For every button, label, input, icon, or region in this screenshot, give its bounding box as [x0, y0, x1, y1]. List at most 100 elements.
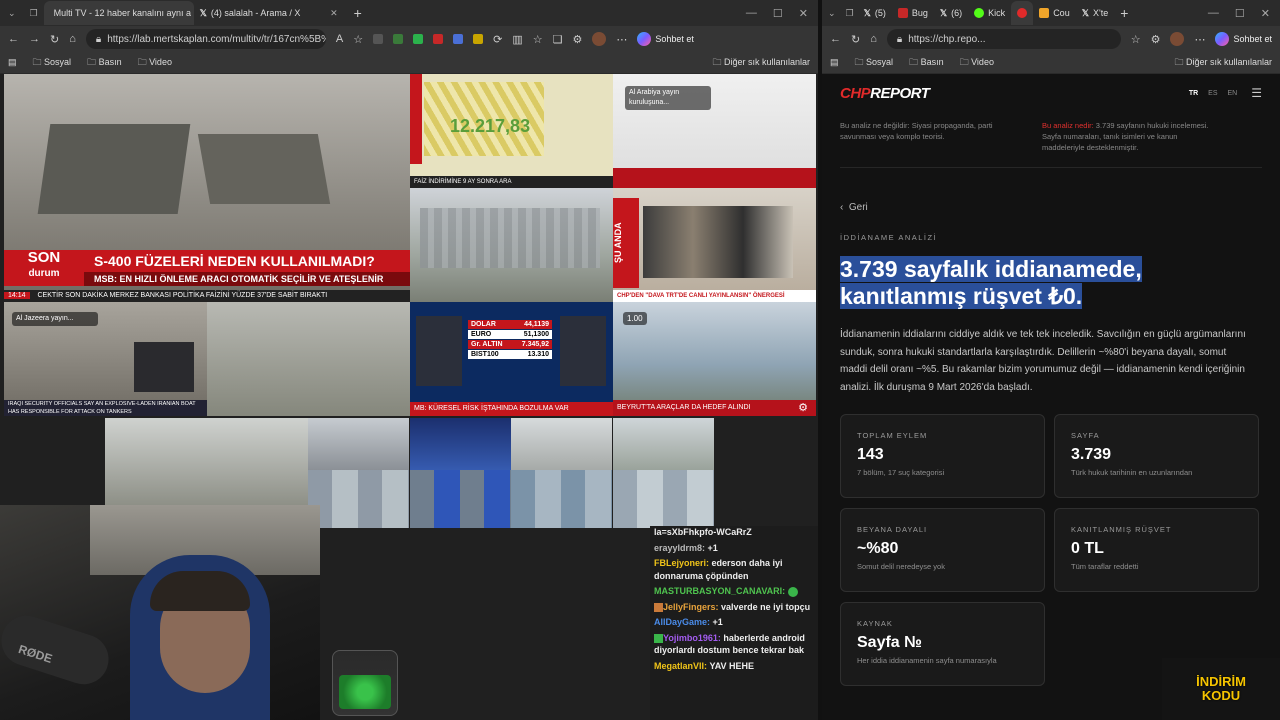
more-menu-icon[interactable]: ⋯: [1194, 33, 1205, 46]
refresh-icon[interactable]: ↻: [851, 33, 860, 46]
bookmark-video[interactable]: 🗀 Video: [138, 55, 172, 71]
profile-avatar[interactable]: [1170, 32, 1185, 46]
tv-tile-city[interactable]: [410, 188, 613, 302]
favorite-star-icon[interactable]: ☆: [353, 33, 363, 46]
chat-user[interactable]: MegatlanVII:: [654, 661, 707, 671]
workspaces-icon[interactable]: ❐: [24, 8, 44, 19]
tv-tile-small[interactable]: [613, 470, 714, 528]
tv-tile-small[interactable]: [410, 418, 511, 470]
tv-tile-small[interactable]: [511, 470, 612, 528]
tv-tile-alarabiya[interactable]: Al Arabiya yayın kuruluşuna...: [613, 74, 816, 188]
home-icon[interactable]: ⌂: [870, 33, 877, 45]
bookmark-basin[interactable]: 🗀 Basın: [87, 55, 122, 71]
extension-icon[interactable]: [433, 34, 444, 44]
site-logo[interactable]: CHPREPORT: [840, 85, 930, 102]
back-icon[interactable]: ←: [8, 33, 19, 45]
tab-bug[interactable]: Bug: [892, 1, 934, 25]
new-tab-icon[interactable]: +: [344, 5, 372, 21]
bookmark-sosyal[interactable]: 🗀 Sosyal: [33, 55, 72, 71]
address-bar[interactable]: 🔒︎ https://chp.repo...: [886, 29, 1121, 49]
tab-label: Multi TV - 12 haber kanalını aynı a: [53, 8, 192, 18]
tv-tile-sondurum[interactable]: S-400 FÜZELERİ NEDEN KULLANILMADI? MSB: …: [4, 74, 410, 302]
refresh-icon[interactable]: ↻: [50, 33, 59, 46]
tv-tile-suanda[interactable]: ŞU ANDA CHP'DEN "DAVA TRT'DE CANLI YAYIN…: [613, 188, 816, 302]
extension-icon[interactable]: [453, 34, 464, 44]
collections-icon[interactable]: ❏: [553, 33, 563, 46]
tab-active-red[interactable]: [1011, 1, 1034, 25]
copilot-chat-button[interactable]: Sohbet et: [1215, 32, 1272, 46]
tv-tile-skyline[interactable]: [207, 302, 410, 416]
tv-tile-small[interactable]: [308, 470, 409, 528]
favorites-icon[interactable]: ☆: [533, 33, 543, 46]
settings-gear-icon[interactable]: ⚙: [798, 401, 808, 414]
chat-user[interactable]: FBLejyoneri:: [654, 558, 709, 568]
close-tab-icon[interactable]: ✕: [330, 8, 338, 19]
maximize-icon[interactable]: ☐: [773, 7, 783, 20]
bookmark-video[interactable]: 🗀 Video: [960, 55, 994, 71]
more-menu-icon[interactable]: ⋯: [616, 33, 627, 46]
window-controls: — ☐ ✕: [1208, 7, 1280, 20]
minimize-icon[interactable]: —: [1208, 7, 1219, 20]
copilot-chat-button[interactable]: Sohbet et: [637, 32, 694, 46]
profile-avatar[interactable]: [592, 32, 607, 46]
new-tab-icon[interactable]: +: [1114, 5, 1134, 21]
extension-icon[interactable]: [393, 34, 404, 44]
other-bookmarks[interactable]: 🗀 Diğer sık kullanılanlar: [1174, 55, 1272, 71]
tv-tile-finance[interactable]: 12.217,83 FAİZ İNDİRİMİNE 9 AY SONRA ARA: [410, 74, 613, 188]
tv-tile-markets[interactable]: DOLAR 44,1139 EURO 51,1300 Gr. ALTIN 7.345,…: [410, 302, 613, 416]
close-window-icon[interactable]: ✕: [1261, 7, 1270, 20]
chat-text: YAV HEHE: [709, 660, 755, 671]
other-bookmarks[interactable]: 🗀 Diğer sık kullanılanlar: [712, 55, 810, 71]
tv-tile-beyrut[interactable]: 1.00 BEYRUT'TA ARAÇLAR DA HEDEF ALINDI ⚙: [613, 302, 816, 416]
hamburger-menu-icon[interactable]: ☰: [1251, 86, 1262, 100]
chat-user[interactable]: JellyFingers:: [663, 602, 719, 612]
disclaimer-is: Bu analiz nedir: 3.739 sayfanın hukuki i…: [1042, 120, 1222, 153]
extensions-icon[interactable]: ⚙: [572, 33, 582, 46]
tab-x-1[interactable]: 𝕏 (5): [858, 1, 892, 25]
close-window-icon[interactable]: ✕: [799, 7, 808, 20]
tab-x-2[interactable]: 𝕏 (6): [934, 1, 968, 25]
back-icon[interactable]: ←: [830, 33, 841, 45]
minimize-icon[interactable]: —: [746, 7, 757, 20]
tv-tile-small[interactable]: [613, 418, 714, 470]
forward-icon[interactable]: →: [29, 33, 40, 45]
tv-tile-small[interactable]: [511, 418, 612, 470]
sidebar-toggle-icon[interactable]: ▤: [8, 57, 17, 68]
extension-icon[interactable]: [413, 34, 424, 44]
chat-user[interactable]: MASTURBASYON_CANAVARI:: [654, 586, 785, 596]
bookmark-sosyal[interactable]: 🗀 Sosyal: [855, 55, 894, 71]
market-value: 13.310: [527, 351, 549, 358]
back-link[interactable]: ‹ Geri: [840, 202, 1262, 213]
tv-tile-city-2[interactable]: [105, 418, 308, 506]
favorite-star-icon[interactable]: ☆: [1131, 33, 1141, 46]
sync-icon[interactable]: ⟳: [493, 33, 502, 46]
lang-es[interactable]: ES: [1208, 90, 1217, 97]
tv-tile-small[interactable]: [308, 418, 409, 470]
extension-icon[interactable]: [373, 34, 384, 44]
tab-list-icon[interactable]: ⌄: [0, 8, 24, 19]
tab-list-icon[interactable]: ⌄: [822, 8, 842, 19]
tab-cou[interactable]: Cou: [1033, 1, 1076, 25]
lang-en[interactable]: EN: [1228, 90, 1238, 97]
market-name: EURO: [471, 331, 492, 338]
split-screen-icon[interactable]: ▥: [512, 33, 522, 46]
chat-user[interactable]: Yojimbo1961:: [663, 633, 721, 643]
tv-tile-small[interactable]: [410, 470, 511, 528]
workspaces-icon[interactable]: ❐: [842, 8, 858, 19]
tab-multitv[interactable]: Multi TV - 12 haber kanalını aynı a ✕: [43, 1, 194, 25]
bookmark-basin[interactable]: 🗀 Basın: [909, 55, 944, 71]
extension-icon[interactable]: [473, 34, 484, 44]
extensions-icon[interactable]: ⚙: [1151, 33, 1161, 46]
home-icon[interactable]: ⌂: [69, 33, 76, 45]
tab-kick[interactable]: Kick: [968, 1, 1011, 25]
address-bar[interactable]: 🔒︎ https://lab.mertskaplan.com/multitv/t…: [85, 29, 326, 49]
lang-tr[interactable]: TR: [1189, 90, 1198, 97]
maximize-icon[interactable]: ☐: [1235, 7, 1245, 20]
tv-tile-aljazeera[interactable]: Al Jazeera yayın... IRAQI SECURITY OFFIC…: [4, 302, 207, 416]
sidebar-toggle-icon[interactable]: ▤: [830, 57, 839, 68]
tab-x-3[interactable]: 𝕏 X'te: [1076, 1, 1115, 25]
tab-x-search[interactable]: 𝕏 (4) salalah - Arama / X ✕: [194, 1, 344, 25]
read-aloud-icon[interactable]: A: [336, 33, 343, 45]
chat-user[interactable]: AllDayGame:: [654, 617, 710, 627]
chat-user[interactable]: erayyldrm8:: [654, 543, 705, 553]
